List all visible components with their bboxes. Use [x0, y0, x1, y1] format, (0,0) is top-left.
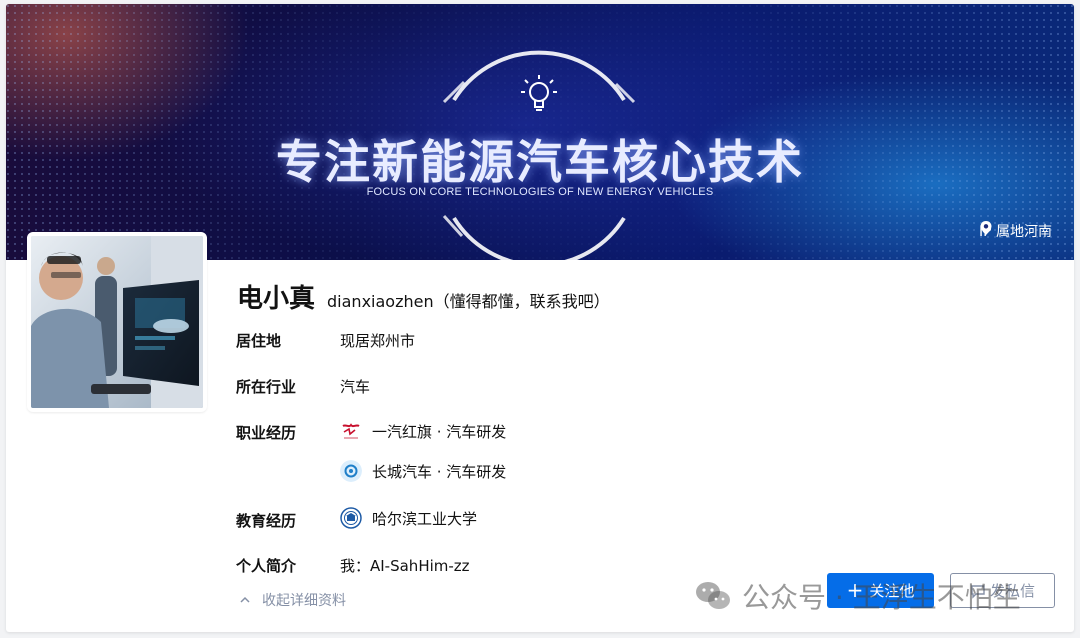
education-item-text: 哈尔滨工业大学 — [372, 509, 478, 528]
send-message-button[interactable]: 发私信 — [950, 573, 1055, 608]
collapse-details-button[interactable]: 收起详细资料 — [240, 590, 346, 610]
location-pin-icon — [980, 221, 992, 235]
career-item-text: 长城汽车 · 汽车研发 — [372, 462, 507, 481]
follow-button-label: 关注他 — [869, 582, 915, 600]
ip-location-badge: IP 属地河南 — [979, 220, 1052, 242]
bio-value: 我：AI-SahHim-zz — [340, 555, 470, 576]
career-label: 职业经历 — [236, 424, 297, 442]
chevron-up-icon — [240, 596, 250, 603]
industry-label: 所在行业 — [236, 378, 297, 396]
message-icon — [971, 584, 985, 599]
bio-label: 个人简介 — [236, 557, 297, 575]
career-item-text: 一汽红旗 · 汽车研发 — [372, 422, 507, 441]
collapse-details-label: 收起详细资料 — [262, 593, 346, 609]
profile-banner: 专注新能源汽车核心技术 FOCUS ON CORE TECHNOLOGIES O… — [6, 4, 1074, 260]
great-wall-logo-icon — [340, 460, 362, 482]
career-item-0[interactable]: 一汽红旗 · 汽车研发 — [340, 420, 506, 442]
plus-icon: + — [846, 577, 864, 602]
avatar-photo — [31, 236, 203, 408]
avatar[interactable] — [27, 232, 207, 412]
banner-subtitle: FOCUS ON CORE TECHNOLOGIES OF NEW ENERGY… — [366, 186, 714, 198]
education-item-0[interactable]: 哈尔滨工业大学 — [340, 507, 477, 529]
follow-button[interactable]: + 关注他 — [827, 573, 934, 608]
industry-text: 汽车 — [340, 378, 371, 396]
residence-label: 居住地 — [236, 332, 282, 350]
profile-card: 专注新能源汽车核心技术 FOCUS ON CORE TECHNOLOGIES O… — [6, 4, 1074, 632]
wechat-icon — [696, 582, 730, 609]
banner-title: 专注新能源汽车核心技术 — [276, 135, 804, 189]
send-message-label: 发私信 — [989, 582, 1035, 600]
profile-header: 电小真 dianxiaozhen（懂得都懂，联系我吧） — [237, 278, 610, 315]
profile-headline: dianxiaozhen（懂得都懂，联系我吧） — [327, 292, 610, 311]
industry-value: 汽车 — [340, 376, 370, 397]
education-label: 教育经历 — [236, 512, 297, 530]
career-item-1[interactable]: 长城汽车 · 汽车研发 — [340, 460, 506, 482]
hit-logo-icon — [340, 507, 362, 529]
hongqi-logo-icon — [340, 420, 362, 442]
residence-text: 现居郑州市 — [340, 332, 416, 350]
residence-value: 现居郑州市 — [340, 330, 415, 351]
profile-name: 电小真 — [237, 284, 316, 314]
bio-text: 我：AI-SahHim-zz — [340, 557, 470, 575]
